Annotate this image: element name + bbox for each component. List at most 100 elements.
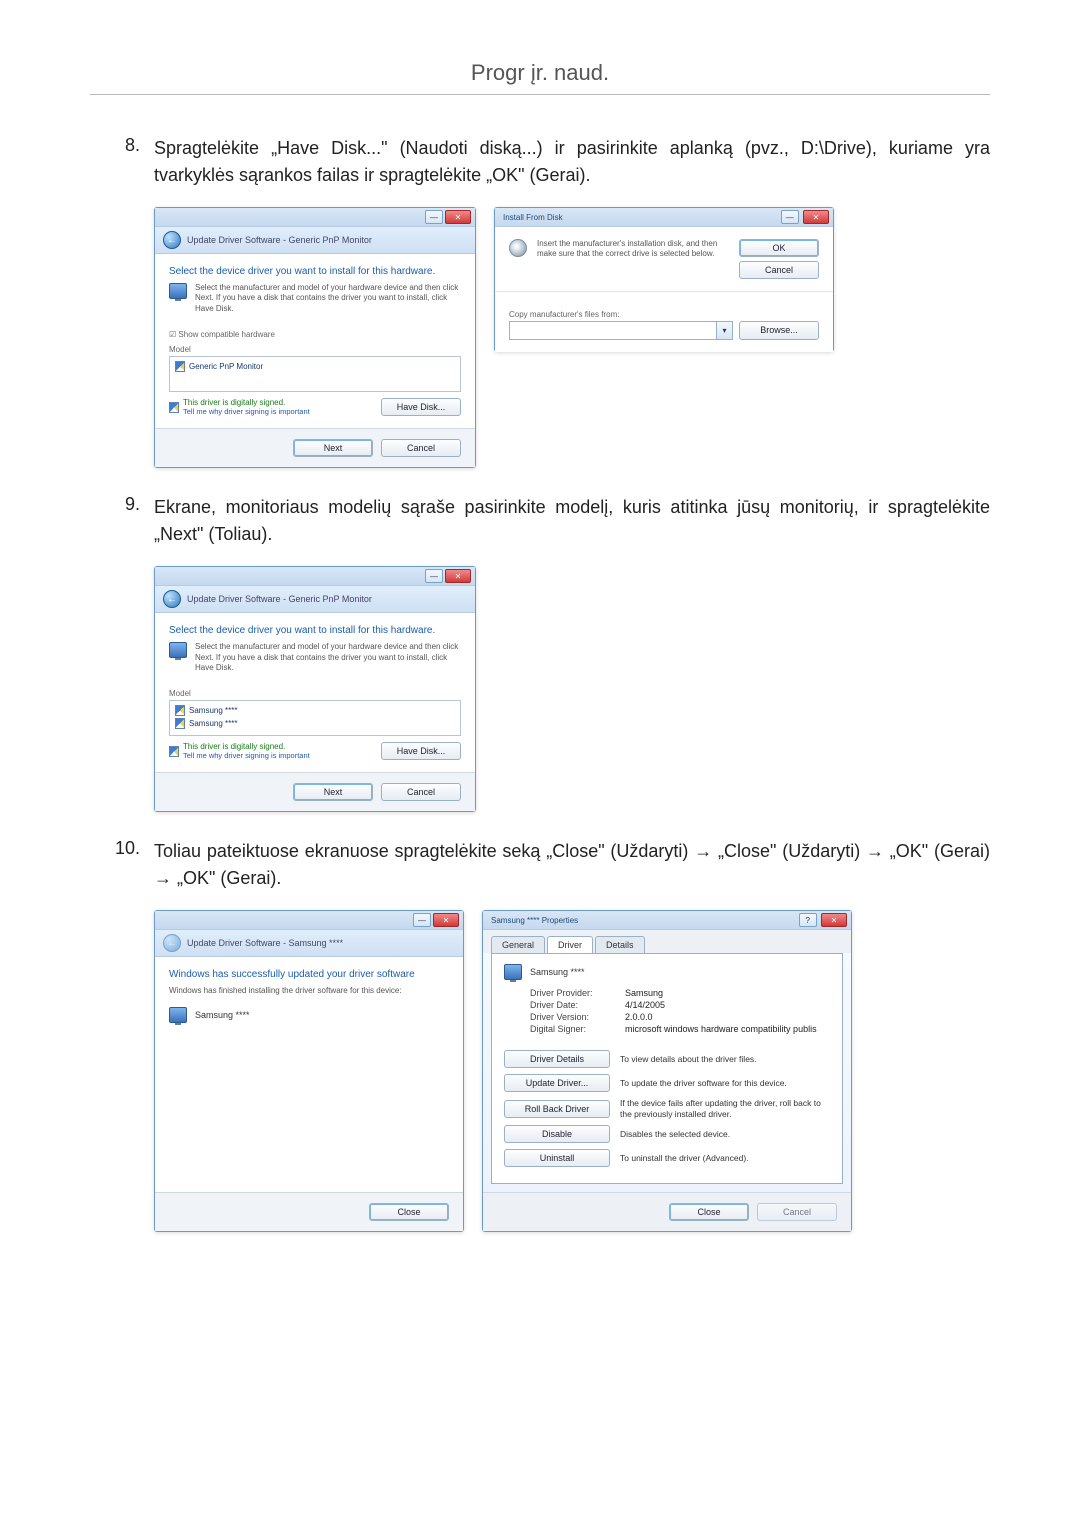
close-button[interactable]: ✕ bbox=[821, 913, 847, 927]
action-desc: To update the driver software for this d… bbox=[620, 1078, 830, 1088]
dialog-install-from-disk: Install From Disk — ✕ Insert the manufac… bbox=[494, 207, 834, 352]
step-number-8: 8. bbox=[90, 135, 154, 189]
prop-label: Driver Version: bbox=[530, 1012, 625, 1022]
shield-icon bbox=[175, 705, 185, 716]
dialog-desc: Select the manufacturer and model of you… bbox=[195, 283, 461, 314]
help-button[interactable]: ? bbox=[799, 913, 817, 927]
rollback-driver-button[interactable]: Roll Back Driver bbox=[504, 1100, 610, 1118]
action-desc: To view details about the driver files. bbox=[620, 1054, 830, 1064]
path-combobox[interactable]: ▾ bbox=[509, 321, 733, 340]
tab-bar: General Driver Details bbox=[483, 930, 851, 953]
step-text-9: Ekrane, monitoriaus modelių sąraše pasir… bbox=[154, 494, 990, 548]
tab-general[interactable]: General bbox=[491, 936, 545, 953]
shield-icon bbox=[169, 402, 179, 413]
minimize-button[interactable]: — bbox=[413, 913, 431, 927]
step-text-8: Spragtelėkite „Have Disk..." (Naudoti di… bbox=[154, 135, 990, 189]
close-button[interactable]: ✕ bbox=[803, 210, 829, 224]
prop-label: Driver Date: bbox=[530, 1000, 625, 1010]
dialog-heading: Select the device driver you want to ins… bbox=[169, 266, 461, 277]
minimize-button[interactable]: — bbox=[425, 210, 443, 224]
prop-value: 2.0.0.0 bbox=[625, 1012, 653, 1022]
prop-value: 4/14/2005 bbox=[625, 1000, 665, 1010]
device-name: Samsung **** bbox=[195, 1010, 250, 1020]
dialog-properties: Samsung **** Properties ? ✕ General Driv… bbox=[482, 910, 852, 1231]
prop-value: microsoft windows hardware compatibility… bbox=[625, 1024, 817, 1034]
step-number-10: 10. bbox=[90, 838, 154, 892]
page-title: Progr įr. naud. bbox=[90, 60, 990, 86]
action-desc: Disables the selected device. bbox=[620, 1129, 830, 1139]
uninstall-button[interactable]: Uninstall bbox=[504, 1149, 610, 1167]
back-icon: ← bbox=[163, 934, 181, 952]
shield-icon bbox=[175, 361, 185, 372]
tab-driver[interactable]: Driver bbox=[547, 936, 593, 953]
model-listbox[interactable]: Generic PnP Monitor bbox=[169, 356, 461, 392]
list-item[interactable]: Generic PnP Monitor bbox=[175, 360, 455, 373]
ok-button[interactable]: OK bbox=[739, 239, 819, 257]
cancel-button[interactable]: Cancel bbox=[381, 783, 461, 801]
dialog-title: Samsung **** Properties bbox=[487, 916, 578, 925]
back-icon[interactable]: ← bbox=[163, 231, 181, 249]
signed-link[interactable]: Tell me why driver signing is important bbox=[183, 751, 310, 760]
signed-text: This driver is digitally signed. bbox=[183, 398, 310, 407]
dialog-title: Install From Disk bbox=[499, 213, 563, 222]
cancel-button: Cancel bbox=[757, 1203, 837, 1221]
prop-label: Driver Provider: bbox=[530, 988, 625, 998]
minimize-button[interactable]: — bbox=[425, 569, 443, 583]
divider bbox=[90, 94, 990, 95]
dialog-select-model: — ✕ ← Update Driver Software - Generic P… bbox=[154, 566, 476, 812]
monitor-icon bbox=[169, 1007, 187, 1023]
tab-details[interactable]: Details bbox=[595, 936, 645, 953]
copy-from-label: Copy manufacturer's files from: bbox=[509, 310, 819, 319]
model-listbox[interactable]: Samsung **** Samsung **** bbox=[169, 700, 461, 736]
list-header: Model bbox=[169, 689, 461, 698]
monitor-icon bbox=[169, 642, 187, 658]
have-disk-button[interactable]: Have Disk... bbox=[381, 398, 461, 416]
breadcrumb: Update Driver Software - Samsung **** bbox=[187, 938, 343, 948]
close-button-footer[interactable]: Close bbox=[669, 1203, 749, 1221]
dialog-success: — ✕ ← Update Driver Software - Samsung *… bbox=[154, 910, 464, 1231]
dialog-heading: Select the device driver you want to ins… bbox=[169, 625, 461, 636]
next-button[interactable]: Next bbox=[293, 439, 373, 457]
compat-checkbox-label[interactable]: ☑ Show compatible hardware bbox=[169, 330, 461, 339]
close-button[interactable]: ✕ bbox=[445, 210, 471, 224]
signed-text: This driver is digitally signed. bbox=[183, 742, 310, 751]
cancel-button[interactable]: Cancel bbox=[381, 439, 461, 457]
signed-link[interactable]: Tell me why driver signing is important bbox=[183, 407, 310, 416]
prop-label: Digital Signer: bbox=[530, 1024, 625, 1034]
have-disk-button[interactable]: Have Disk... bbox=[381, 742, 461, 760]
compat-check-text: Show compatible hardware bbox=[178, 330, 275, 339]
dialog-select-driver: — ✕ ← Update Driver Software - Generic P… bbox=[154, 207, 476, 468]
step-text-10: Toliau pateiktuose ekranuose spragtelėki… bbox=[154, 838, 990, 892]
back-icon[interactable]: ← bbox=[163, 590, 181, 608]
install-disk-msg: Insert the manufacturer's installation d… bbox=[537, 239, 729, 260]
list-item-label: Generic PnP Monitor bbox=[189, 362, 263, 371]
list-item-label: Samsung **** bbox=[189, 706, 237, 715]
list-item[interactable]: Samsung **** bbox=[175, 704, 455, 717]
device-name: Samsung **** bbox=[530, 967, 585, 977]
cancel-button[interactable]: Cancel bbox=[739, 261, 819, 279]
action-desc: To uninstall the driver (Advanced). bbox=[620, 1153, 830, 1163]
path-value bbox=[510, 322, 716, 339]
action-desc: If the device fails after updating the d… bbox=[620, 1098, 830, 1118]
close-button[interactable]: ✕ bbox=[433, 913, 459, 927]
disk-icon bbox=[509, 239, 527, 257]
next-button[interactable]: Next bbox=[293, 783, 373, 801]
monitor-icon bbox=[504, 964, 522, 980]
list-header: Model bbox=[169, 345, 461, 354]
dialog-desc: Select the manufacturer and model of you… bbox=[195, 642, 461, 673]
disable-button[interactable]: Disable bbox=[504, 1125, 610, 1143]
close-button[interactable]: ✕ bbox=[445, 569, 471, 583]
driver-details-button[interactable]: Driver Details bbox=[504, 1050, 610, 1068]
minimize-button[interactable]: — bbox=[781, 210, 799, 224]
browse-button[interactable]: Browse... bbox=[739, 321, 819, 340]
breadcrumb: Update Driver Software - Generic PnP Mon… bbox=[187, 594, 372, 604]
update-driver-button[interactable]: Update Driver... bbox=[504, 1074, 610, 1092]
success-heading: Windows has successfully updated your dr… bbox=[169, 969, 449, 980]
close-button-footer[interactable]: Close bbox=[369, 1203, 449, 1221]
chevron-down-icon[interactable]: ▾ bbox=[716, 322, 732, 339]
shield-icon bbox=[169, 746, 179, 757]
monitor-icon bbox=[169, 283, 187, 299]
list-item[interactable]: Samsung **** bbox=[175, 717, 455, 730]
step-number-9: 9. bbox=[90, 494, 154, 548]
list-item-label: Samsung **** bbox=[189, 719, 237, 728]
